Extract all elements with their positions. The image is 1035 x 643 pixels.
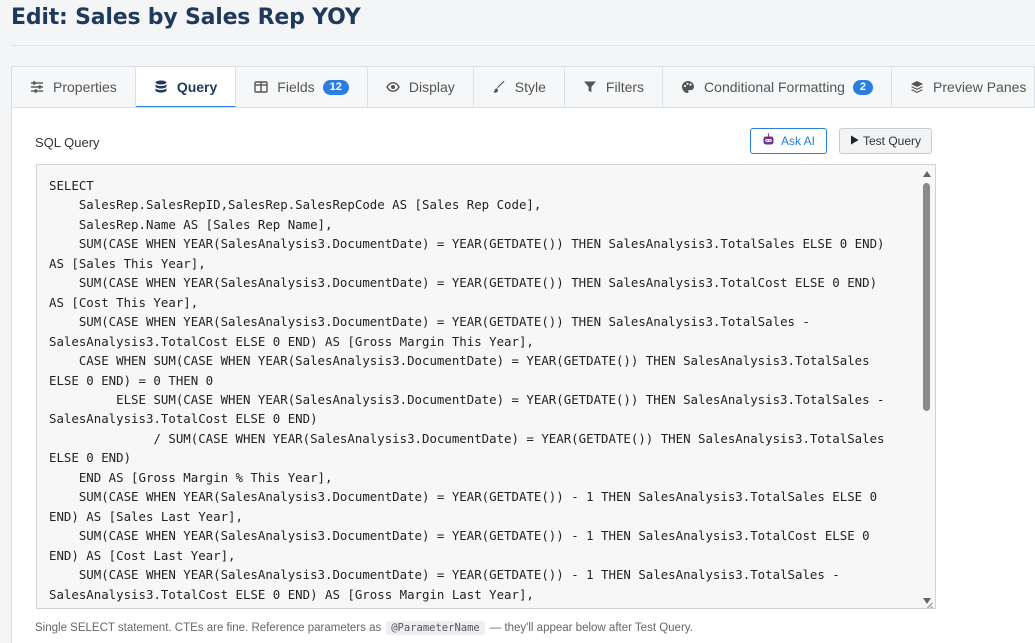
hint-suffix: — they'll appear below after Test Query.: [489, 622, 693, 634]
play-icon: [850, 134, 859, 148]
ask-ai-label: Ask AI: [780, 134, 815, 148]
tab-display[interactable]: Display: [368, 67, 474, 107]
sql-query-editor[interactable]: SELECT SalesRep.SalesRepID,SalesRep.Sale…: [36, 164, 936, 609]
tab-filters[interactable]: Filters: [565, 67, 664, 107]
robot-icon: [762, 133, 775, 149]
test-query-button[interactable]: Test Query: [839, 128, 932, 154]
hint-prefix: Single SELECT statement. CTEs are fine. …: [35, 622, 382, 634]
count-badge: 12: [322, 79, 349, 95]
tab-label: Properties: [53, 79, 117, 95]
query-panel: SQL Query Ask AI Test Query SELECT Sales…: [11, 108, 1035, 643]
count-badge: 2: [852, 79, 874, 95]
tab-label: Fields: [277, 79, 315, 95]
tab-label: Style: [514, 79, 546, 95]
tab-label: Filters: [605, 79, 645, 95]
palette-icon: [681, 80, 695, 94]
sliders-icon: [30, 80, 44, 94]
tab-label: Display: [408, 79, 455, 95]
eye-icon: [386, 80, 400, 94]
brush-icon: [492, 80, 506, 94]
query-hint: Single SELECT statement. CTEs are fine. …: [35, 621, 693, 635]
database-icon: [154, 80, 168, 94]
title-divider: [11, 45, 1035, 46]
funnel-icon: [583, 80, 597, 94]
resize-grip-icon[interactable]: [924, 597, 933, 608]
layers-icon: [910, 80, 924, 94]
tab-properties[interactable]: Properties: [12, 67, 136, 107]
tab-bar: Properties Query Fields 12 Display Style…: [11, 66, 1035, 108]
scrollbar-thumb[interactable]: [923, 183, 930, 411]
tab-query[interactable]: Query: [135, 67, 237, 107]
tab-label: Conditional Formatting: [704, 79, 845, 95]
test-query-label: Test Query: [862, 134, 922, 148]
tab-preview-panes[interactable]: Preview Panes 2: [892, 67, 1034, 107]
tab-style[interactable]: Style: [474, 67, 565, 107]
parameter-name-chip: @ParameterName: [386, 621, 485, 635]
page-title: Edit: Sales by Sales Rep YOY: [11, 5, 361, 30]
tab-label: Query: [176, 78, 218, 95]
tab-label: Preview Panes: [933, 79, 1027, 95]
tab-conditional-formatting[interactable]: Conditional Formatting 2: [663, 67, 893, 107]
tab-fields[interactable]: Fields 12: [236, 67, 368, 107]
columns-icon: [254, 80, 268, 94]
editor-scrollbar[interactable]: [921, 167, 933, 604]
sql-query-label: SQL Query: [35, 135, 100, 150]
ask-ai-button[interactable]: Ask AI: [750, 128, 827, 154]
scroll-up-arrow-icon[interactable]: [923, 171, 931, 177]
sql-query-text[interactable]: SELECT SalesRep.SalesRepID,SalesRep.Sale…: [49, 176, 919, 604]
